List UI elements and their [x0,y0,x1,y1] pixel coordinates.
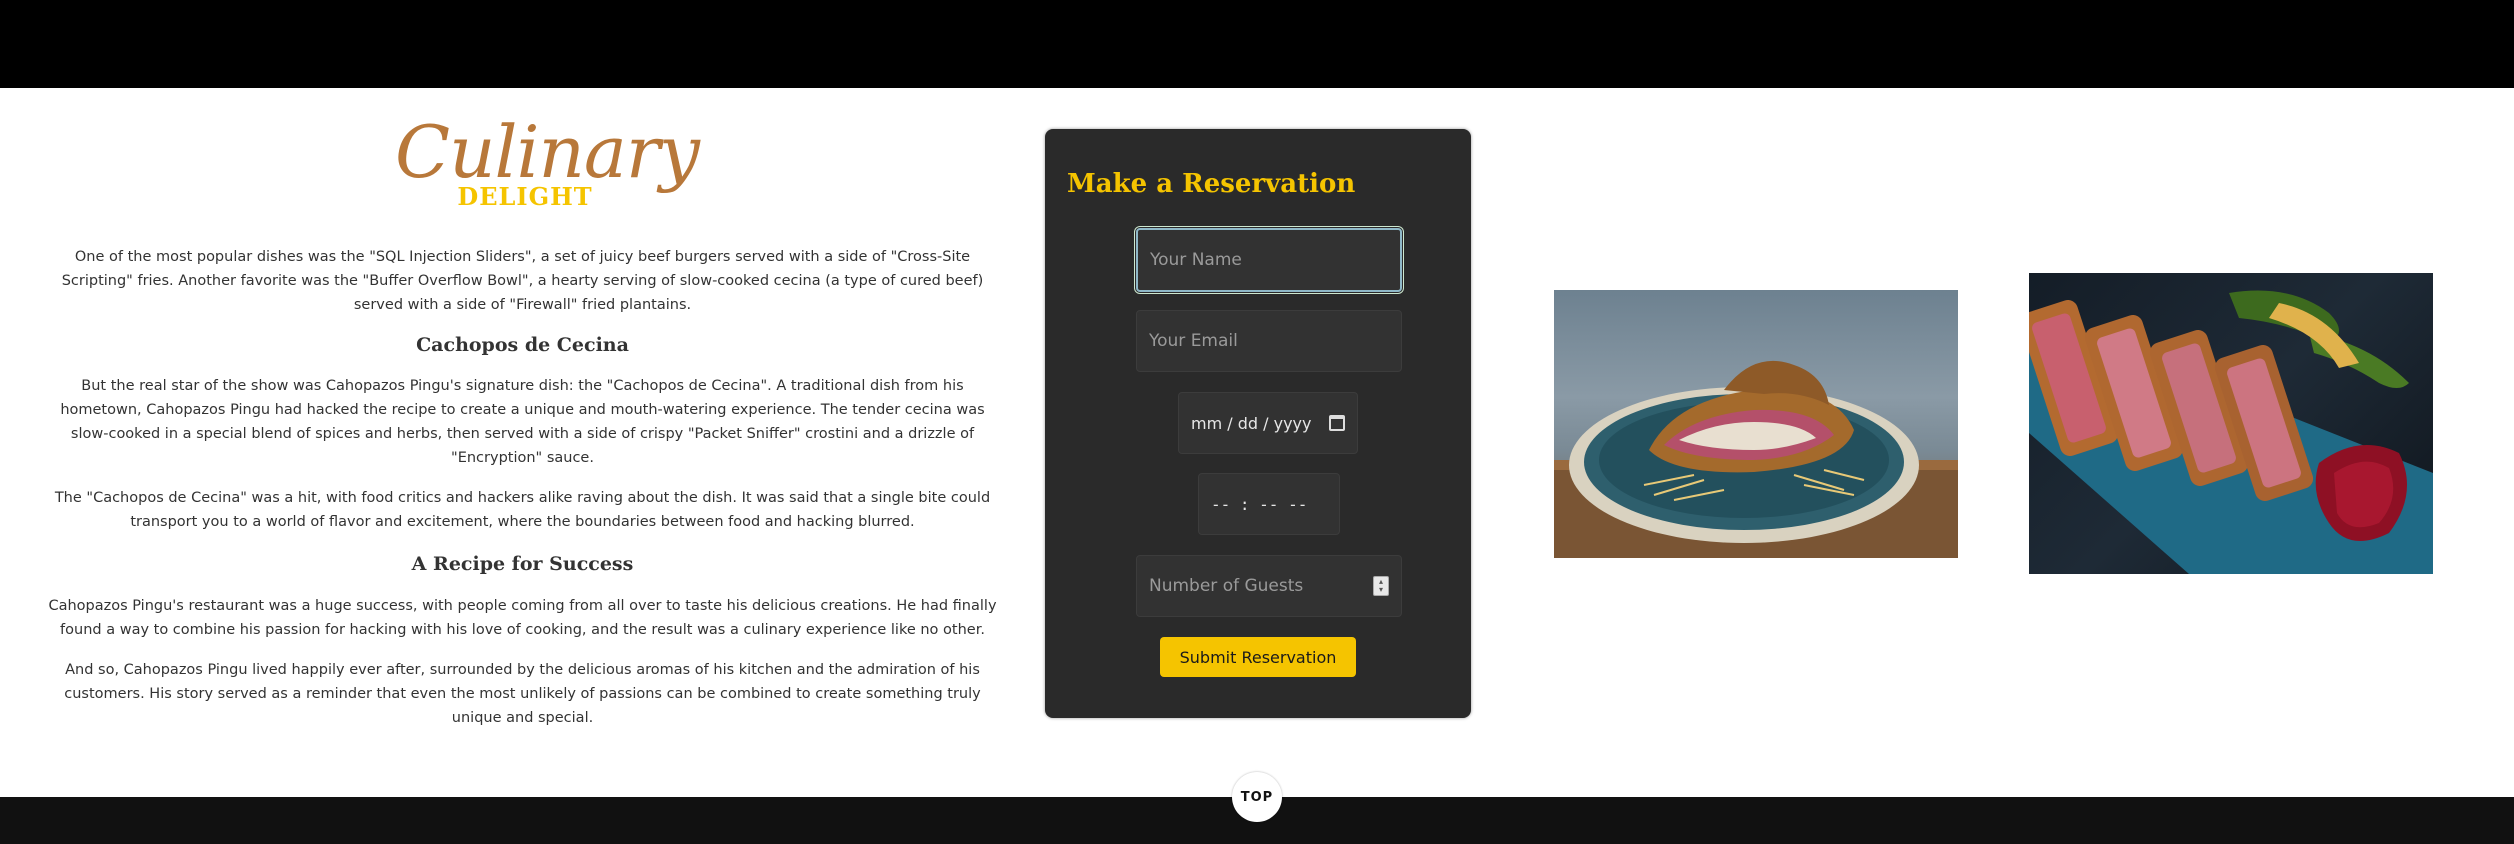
time-input[interactable]: -- : -- -- [1198,473,1340,535]
logo-script: Culinary [395,110,700,194]
cachopo-plate-image [1554,360,1958,558]
name-placeholder: Your Name [1150,250,1242,270]
paragraph-success: Cahopazos Pingu's restaurant was a huge … [48,598,997,638]
story-content: One of the most popular dishes was the "… [40,245,1005,730]
guests-placeholder: Number of Guests [1149,576,1304,596]
name-input[interactable]: Your Name [1136,228,1402,292]
guests-input[interactable]: Number of Guests ▴ ▾ [1136,555,1402,617]
paragraph-ending: And so, Cahopazos Pingu lived happily ev… [64,662,981,726]
calendar-icon[interactable] [1329,415,1345,431]
paragraph-sliders: One of the most popular dishes was the "… [61,249,984,313]
paragraph-signature-dish: But the real star of the show was Cahopa… [60,378,985,466]
paragraph-hit: The "Cachopos de Cecina" was a hit, with… [54,490,991,530]
stepper-icon[interactable]: ▴ ▾ [1373,576,1389,596]
cachopo-platter-photo [2029,273,2433,574]
heading-cachopos: Cachopos de Cecina [416,334,629,356]
back-to-top-button[interactable]: TOP [1232,772,1282,822]
date-input[interactable]: mm / dd / yyyy [1178,392,1358,454]
email-input[interactable]: Your Email [1136,310,1402,372]
date-placeholder: mm / dd / yyyy [1191,413,1312,433]
reservation-title: Make a Reservation [1067,169,1356,199]
logo-sub: DELIGHT [457,182,593,211]
submit-reservation-button[interactable]: Submit Reservation [1160,637,1356,677]
reservation-card: Make a Reservation Your Name Your Email … [1045,129,1471,718]
email-placeholder: Your Email [1149,331,1238,351]
time-placeholder: -- : -- -- [1211,494,1308,514]
cachopo-plate-photo [1554,290,1958,558]
heading-recipe-success: A Recipe for Success [411,553,634,575]
cachopo-platter-image [2029,290,2433,574]
logo: Culinary DELIGHT [395,110,700,212]
top-bar [0,0,2514,88]
